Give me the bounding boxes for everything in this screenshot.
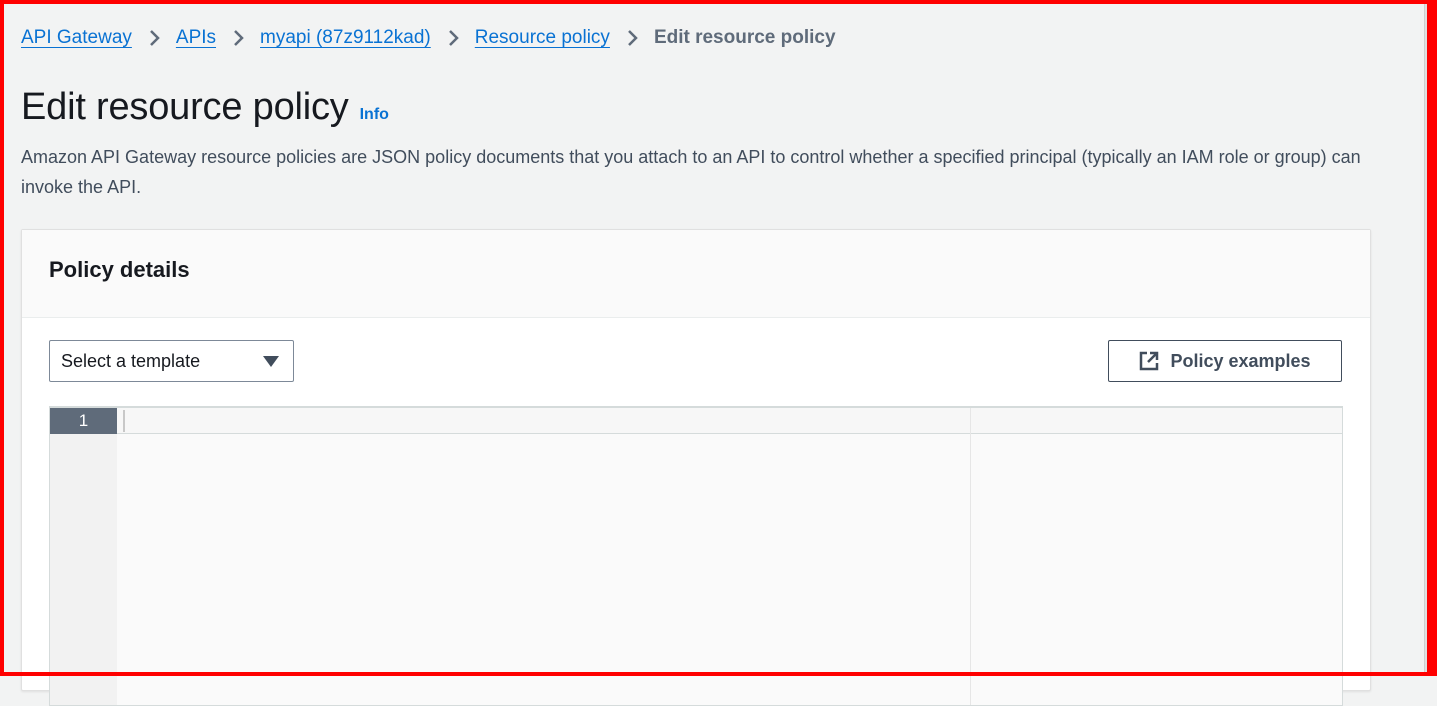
policy-examples-button[interactable]: Policy examples (1108, 340, 1342, 382)
chevron-right-icon (232, 29, 244, 47)
page-title: Edit resource policy (21, 86, 349, 128)
policy-details-title: Policy details (49, 257, 190, 282)
policy-details-panel: Policy details Select a template Policy … (21, 229, 1371, 706)
editor-print-margin (970, 408, 971, 705)
external-link-icon (1139, 351, 1159, 371)
policy-examples-label: Policy examples (1170, 350, 1311, 371)
caret-down-icon (263, 356, 279, 367)
text-cursor (123, 410, 125, 432)
breadcrumb-resource-policy[interactable]: Resource policy (475, 26, 610, 50)
template-select[interactable]: Select a template (49, 340, 294, 382)
breadcrumb-apis[interactable]: APIs (176, 26, 216, 50)
chevron-right-icon (626, 29, 638, 47)
editor-gutter (50, 408, 117, 705)
policy-code-editor[interactable]: 1 (49, 406, 1343, 706)
editor-text-area[interactable] (117, 408, 970, 705)
policy-details-header: Policy details (22, 230, 1370, 318)
breadcrumb-myapi[interactable]: myapi (87z9112kad) (260, 26, 431, 50)
template-select-value: Select a template (61, 351, 201, 371)
chevron-right-icon (148, 29, 160, 47)
breadcrumb-api-gateway[interactable]: API Gateway (21, 26, 132, 50)
info-link[interactable]: Info (360, 106, 389, 124)
page-description: Amazon API Gateway resource policies are… (21, 147, 1361, 197)
breadcrumb: API Gateway APIs myapi (87z9112kad) Reso… (21, 26, 836, 50)
page-scrollbar[interactable] (1424, 4, 1428, 672)
breadcrumb-current: Edit resource policy (653, 27, 836, 48)
page-header: Edit resource policy Info (21, 86, 389, 129)
line-number: 1 (50, 408, 117, 434)
chevron-right-icon (447, 29, 459, 47)
